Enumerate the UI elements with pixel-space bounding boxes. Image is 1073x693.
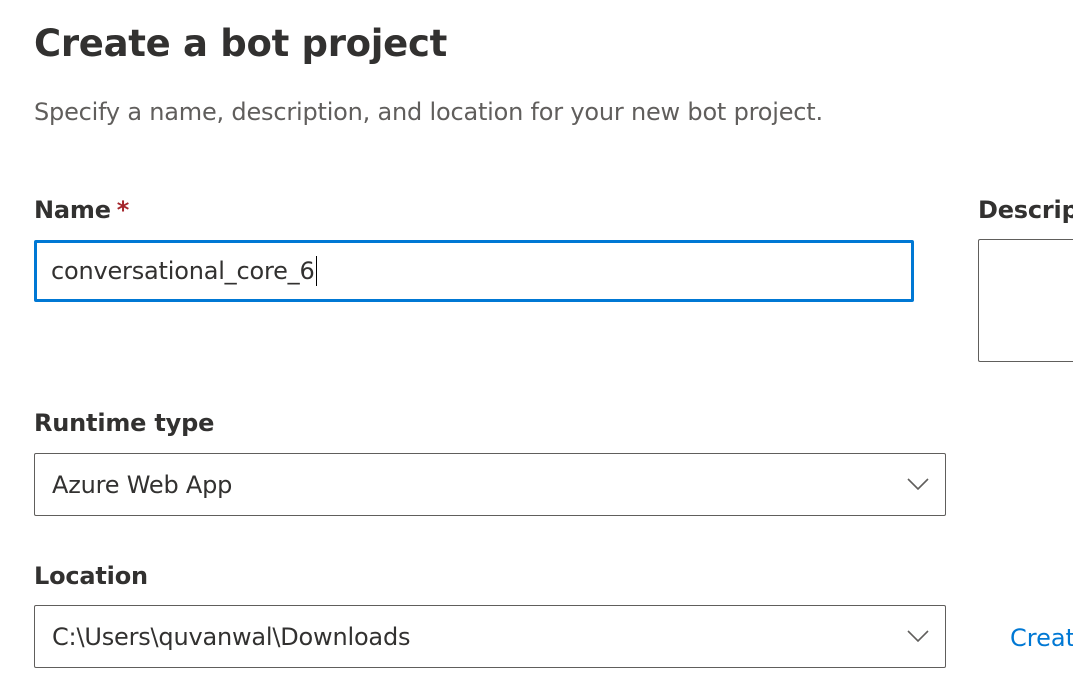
chevron-down-icon (907, 629, 929, 642)
required-marker: * (116, 196, 130, 224)
page-subtitle: Specify a name, description, and locatio… (34, 98, 823, 126)
runtime-type-value: Azure Web App (52, 470, 233, 499)
description-label: Descrip (978, 196, 1073, 224)
text-caret (315, 256, 317, 286)
create-new-folder-link[interactable]: Creat (1010, 624, 1073, 652)
name-label: Name * (34, 196, 129, 224)
chevron-down-icon (907, 477, 929, 490)
description-textarea[interactable] (978, 239, 1073, 362)
page-title: Create a bot project (34, 22, 447, 65)
name-input-value: conversational_core_6 (51, 257, 315, 285)
create-bot-project-dialog: Create a bot project Specify a name, des… (0, 0, 1073, 693)
name-input[interactable]: conversational_core_6 (34, 240, 914, 302)
name-label-text: Name (34, 196, 111, 224)
location-value: C:\Users\quvanwal\Downloads (52, 622, 411, 651)
location-label: Location (34, 562, 148, 590)
runtime-type-dropdown[interactable]: Azure Web App (34, 453, 946, 516)
location-dropdown[interactable]: C:\Users\quvanwal\Downloads (34, 605, 946, 668)
runtime-type-label: Runtime type (34, 409, 215, 437)
